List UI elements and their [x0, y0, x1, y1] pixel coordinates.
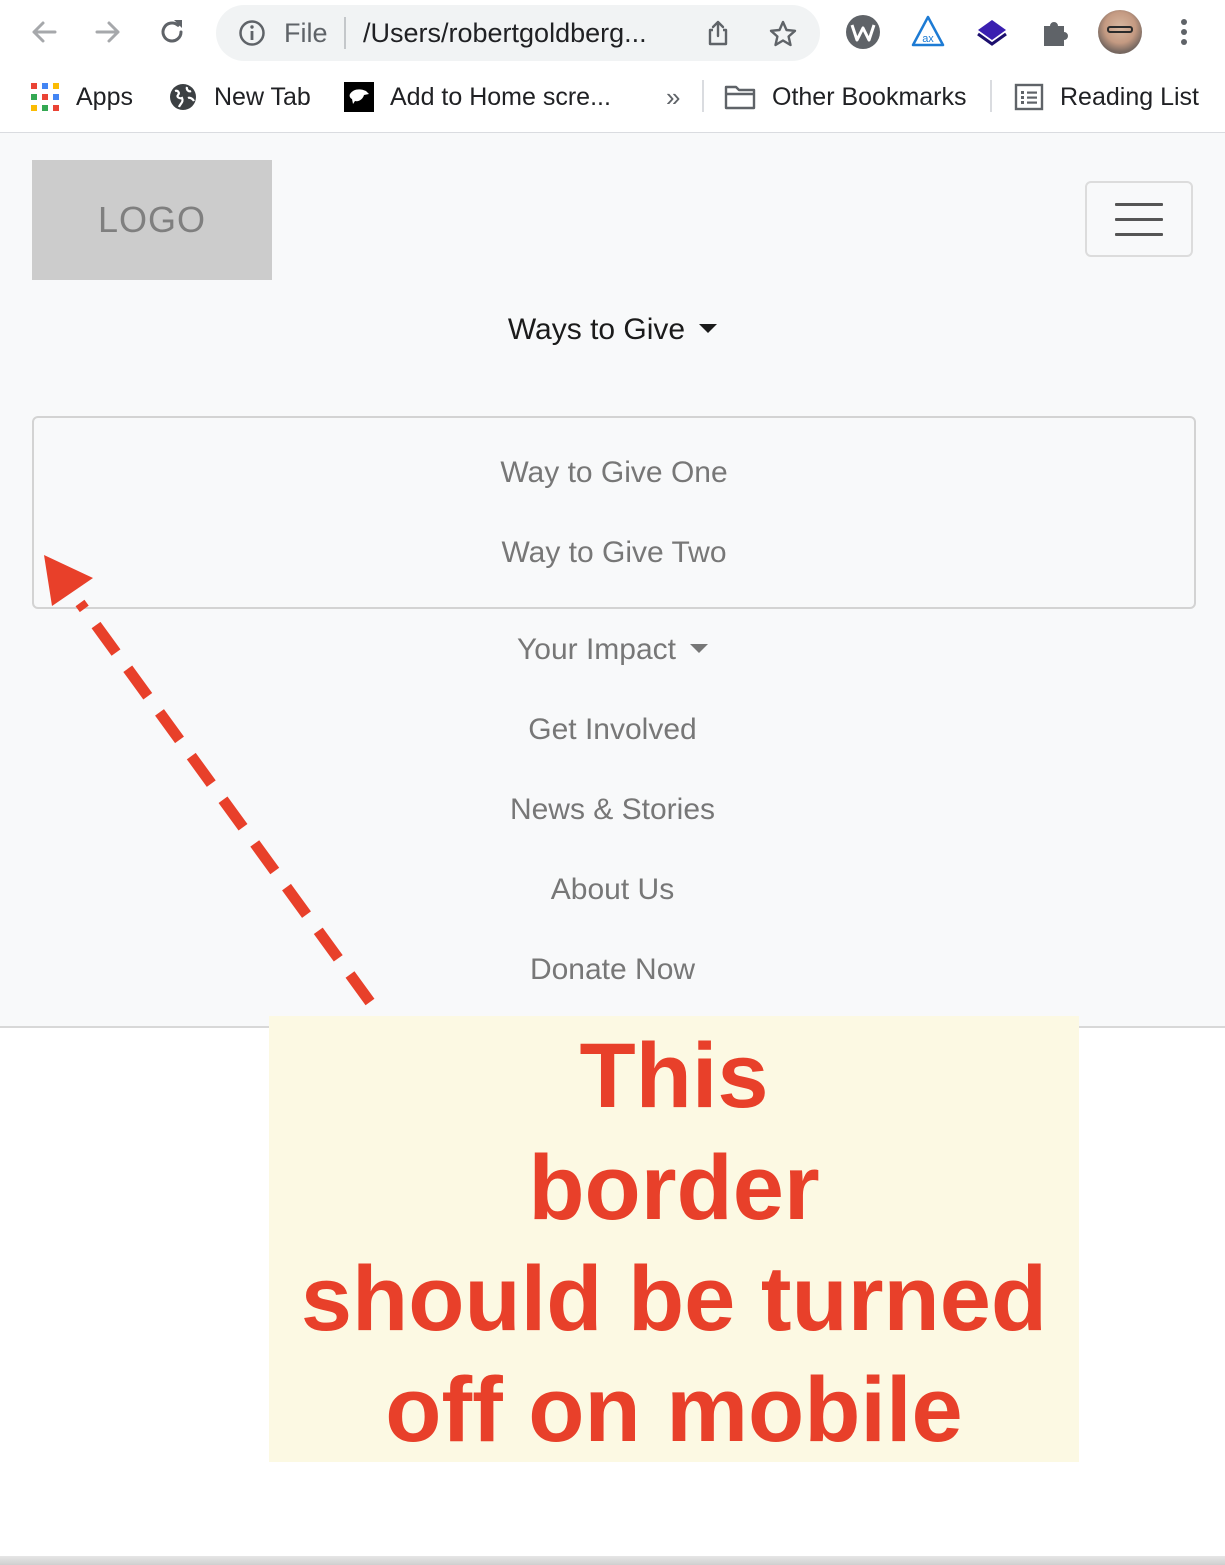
annotation-line: should be turned	[300, 1248, 1048, 1350]
url-text[interactable]: /Users/robertgoldberg...	[363, 18, 685, 49]
nav-your-impact[interactable]: Your Impact	[0, 633, 1225, 667]
nav-get-involved[interactable]: Get Involved	[0, 713, 1225, 747]
nav-news-stories[interactable]: News & Stories	[0, 793, 1225, 827]
bookmark-reading-list-label: Reading List	[1060, 82, 1199, 111]
scheme-label: File	[284, 18, 328, 48]
nav-ways-to-give-label: Ways to Give	[507, 313, 686, 346]
reading-list-icon	[1014, 83, 1044, 111]
hamburger-bar	[1115, 217, 1163, 221]
caret-down-icon	[689, 643, 708, 653]
extensions-puzzle-icon[interactable]	[1038, 14, 1074, 50]
overflow-chevron-icon: »	[666, 81, 681, 112]
site-logo[interactable]: LOGO	[32, 160, 272, 280]
bookmark-star-icon[interactable]	[768, 19, 798, 49]
apps-grid-icon	[31, 83, 59, 111]
globe-icon	[170, 84, 196, 110]
extension-axe-icon[interactable]: ax	[910, 14, 946, 50]
bird-favicon-icon	[344, 82, 374, 112]
bookmark-add-home-label: Add to Home scre...	[390, 82, 611, 111]
nav-your-impact-label: Your Impact	[517, 633, 676, 666]
more-menu-icon[interactable]	[1166, 14, 1202, 50]
window-bottom-edge	[0, 1556, 1225, 1565]
arrow-right-icon	[95, 21, 120, 43]
hamburger-bar	[1115, 232, 1163, 236]
folder-icon	[724, 85, 756, 110]
bookmarks-separator	[990, 80, 992, 112]
nav-ways-to-give[interactable]: Ways to Give	[0, 313, 1225, 347]
bookmark-reading-list[interactable]: Reading List	[1014, 80, 1199, 114]
address-bar[interactable]: File /Users/robertgoldberg...	[216, 5, 820, 61]
navbar-toggler-button[interactable]	[1085, 181, 1193, 257]
bookmarks-bar: Apps New Tab Add to Home scre... » Other…	[0, 66, 1225, 133]
reload-button[interactable]	[150, 10, 194, 54]
browser-toolbar: File /Users/robertgoldberg... ax	[0, 0, 1225, 66]
bookmark-apps[interactable]: Apps	[30, 80, 133, 114]
omnibox-divider	[344, 17, 346, 49]
annotation-callout: This border should be turned off on mobi…	[269, 1016, 1079, 1462]
info-icon[interactable]	[238, 19, 266, 47]
nav-donate-now[interactable]: Donate Now	[0, 953, 1225, 987]
bookmarks-separator	[702, 80, 704, 112]
bookmarks-overflow-button[interactable]: »	[666, 80, 680, 114]
site-navbar: LOGO Ways to Give Way to Give One Way to…	[0, 133, 1225, 1028]
bookmark-new-tab[interactable]: New Tab	[168, 80, 311, 114]
share-icon[interactable]	[704, 19, 732, 47]
annotation-line: off on mobile	[385, 1359, 963, 1461]
bookmark-other[interactable]: Other Bookmarks	[724, 80, 967, 114]
back-button[interactable]	[22, 10, 66, 54]
logo-text: LOGO	[97, 199, 207, 240]
avatar-glasses-icon	[1107, 26, 1133, 33]
annotation-line: border	[528, 1137, 820, 1239]
extension-layers-icon[interactable]	[974, 14, 1010, 50]
hamburger-bar	[1115, 202, 1163, 206]
profile-avatar[interactable]	[1098, 10, 1142, 54]
bookmark-other-label: Other Bookmarks	[772, 82, 967, 111]
svg-text:ax: ax	[922, 33, 934, 45]
dropdown-item-way-one[interactable]: Way to Give One	[34, 456, 1194, 490]
reload-icon	[161, 20, 183, 43]
bookmark-add-home[interactable]: Add to Home scre...	[344, 80, 611, 114]
forward-button[interactable]	[86, 10, 130, 54]
bookmark-apps-label: Apps	[76, 82, 133, 111]
arrow-left-icon	[32, 21, 57, 43]
caret-down-icon	[699, 323, 718, 333]
annotation-line: This	[579, 1025, 769, 1127]
ways-to-give-dropdown-menu: Way to Give One Way to Give Two	[32, 416, 1196, 609]
dropdown-item-way-two[interactable]: Way to Give Two	[34, 536, 1194, 570]
bookmark-new-tab-label: New Tab	[214, 82, 311, 111]
extension-w-icon[interactable]	[845, 14, 881, 50]
nav-about-us[interactable]: About Us	[0, 873, 1225, 907]
